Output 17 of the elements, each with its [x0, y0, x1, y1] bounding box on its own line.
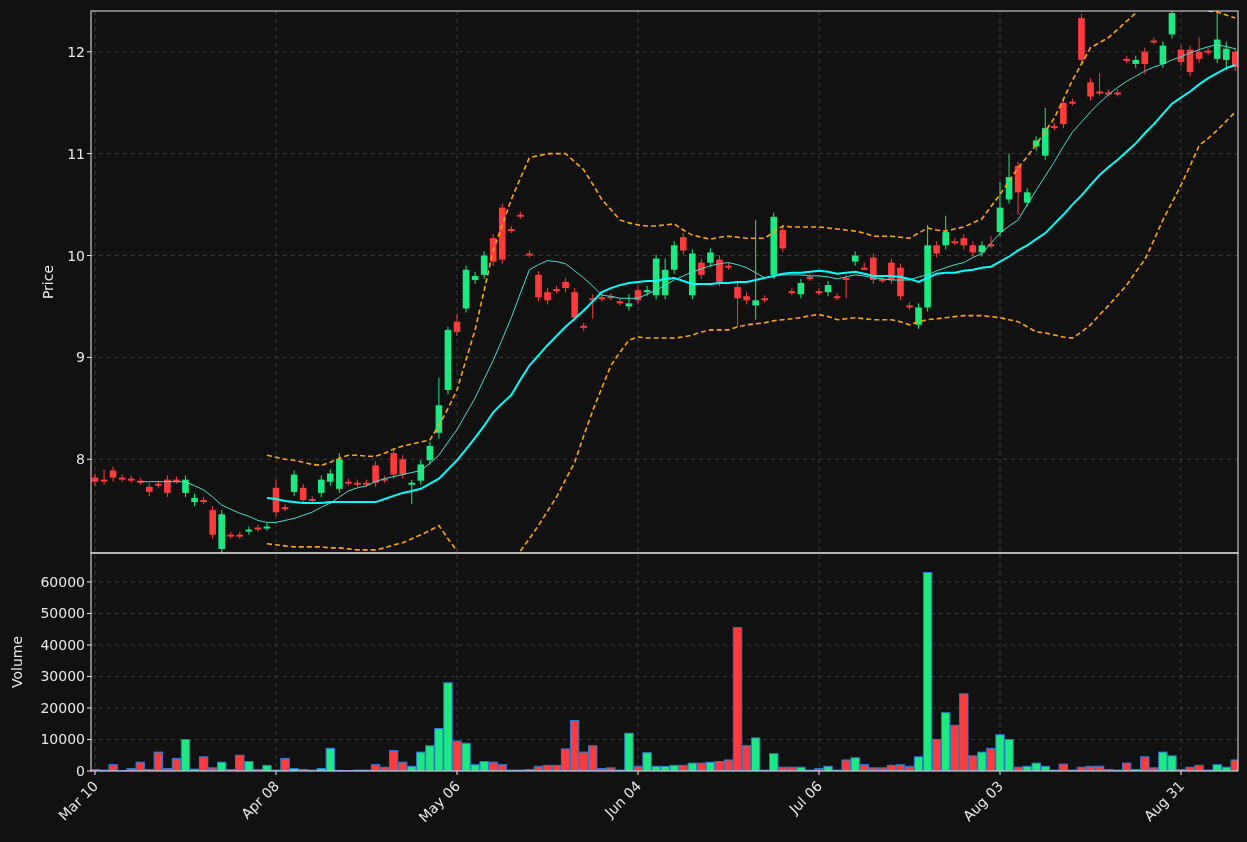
y-tick-label: 20000 [40, 700, 85, 716]
y-tick-label: 60000 [40, 574, 85, 590]
y-tick-label: 40000 [40, 637, 85, 653]
y-tick-label: 0 [76, 763, 85, 779]
y-tick-label: 50000 [40, 605, 85, 622]
y-tick-label: 30000 [40, 668, 85, 685]
x-tick-label: Apr 08 [237, 777, 283, 822]
x-tick-label: Jun 04 [601, 777, 645, 821]
axis-title: Volume [9, 635, 25, 689]
axis-title: Price [40, 264, 56, 300]
y-tick-label: 9 [76, 349, 85, 366]
y-tick-label: 10000 [40, 731, 85, 748]
x-tick-label: Jul 06 [786, 777, 826, 817]
y-tick-label: 10 [67, 247, 85, 264]
y-tick-label: 8 [76, 451, 85, 468]
y-tick-label: 11 [67, 145, 85, 162]
y-tick-label: 12 [67, 43, 85, 60]
